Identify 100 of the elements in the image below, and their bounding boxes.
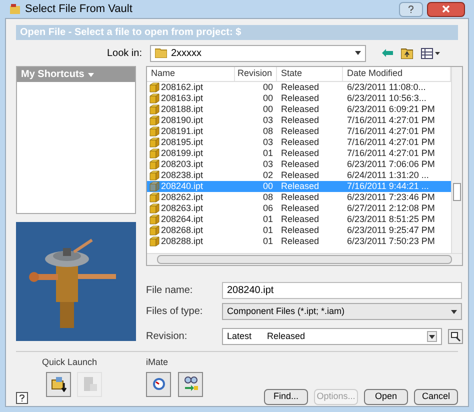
files-of-type-label: Files of type:	[146, 305, 204, 319]
header-bar: Open File - Select a file to open from project: $	[16, 25, 458, 40]
revision-cell-text: 01	[262, 212, 273, 226]
dialog-button[interactable]: Find...	[264, 389, 308, 405]
part-icon	[149, 159, 160, 170]
state-cell-text: Released	[281, 124, 320, 138]
app-icon	[9, 3, 21, 15]
part-icon	[149, 104, 160, 115]
part-icon	[149, 225, 160, 236]
date-cell-text: 6/23/2011 9:25:47 PM	[347, 224, 435, 237]
date-cell-text: 7/16/2011 4:27:01 PM	[347, 136, 435, 149]
revision-browse-button[interactable]	[448, 329, 463, 344]
file-name: 208163.ipt	[161, 92, 204, 105]
file-row[interactable]: 208264.ipt 01 Released 6/23/2011 8:51:25 PM	[147, 214, 451, 225]
file-row[interactable]: 208199.ipt 01 Released 7/16/2011 4:27:01 PM	[147, 148, 451, 159]
state-cell-text: Released	[281, 180, 320, 193]
date-cell-text: 6/23/2011 7:23:46 PM	[347, 190, 435, 204]
up-folder-icon[interactable]	[401, 48, 413, 58]
column-header[interactable]: Revision	[235, 67, 277, 81]
date-cell-text: 6/23/2011 7:50:23 PM	[347, 234, 435, 248]
dialog-button[interactable]: Open	[364, 389, 408, 405]
state-cell-text: Released	[281, 102, 320, 116]
open-folder-icon	[50, 376, 66, 392]
date-cell-text: 7/16/2011 4:27:01 PM	[347, 124, 435, 138]
file-name-label: File name:	[146, 284, 194, 298]
revision-cell-text: 00	[262, 80, 273, 94]
file-name: 208264.ipt	[161, 213, 204, 226]
state-cell-text: Released	[281, 202, 320, 215]
window-title: Select File From Vault	[25, 2, 132, 17]
view-menu-icon[interactable]	[421, 48, 440, 58]
file-name: 208240.ipt	[161, 180, 204, 193]
file-row[interactable]: 208262.ipt 08 Released 6/23/2011 7:23:46 PM	[147, 192, 451, 203]
file-name: 208190.ipt	[161, 114, 204, 127]
date-cell-text: 6/24/2011 1:31:20 ...	[347, 168, 429, 182]
part-icon	[149, 137, 160, 148]
help-button[interactable]	[16, 392, 28, 404]
file-name: 208262.ipt	[161, 191, 204, 204]
state-cell-text: Released	[281, 80, 320, 94]
file-row[interactable]: 208195.ipt 03 Released 7/16/2011 4:27:01 PM	[147, 137, 451, 148]
state-cell-text: Released	[281, 158, 320, 171]
file-row[interactable]: 208268.ipt 01 Released 6/23/2011 9:25:47 PM	[147, 225, 451, 236]
file-row[interactable]: 208288.ipt 01 Released 6/23/2011 7:50:23 PM	[147, 236, 451, 247]
file-row[interactable]: 208238.ipt 02 Released 6/24/2011 1:31:20 ...	[147, 170, 451, 181]
revision-cell-text: 00	[262, 102, 273, 116]
revision-cell-text: 00	[262, 180, 273, 193]
file-name: 208195.ipt	[161, 136, 204, 149]
file-name: 208268.ipt	[161, 224, 204, 237]
question-icon	[19, 394, 25, 402]
revision-cell-text: 00	[262, 92, 273, 105]
vertical-scrollbar[interactable]	[451, 67, 462, 253]
revision-dropdown[interactable]: Latest Released	[222, 328, 442, 345]
dialog-button[interactable]: Cancel	[414, 389, 458, 405]
revision-cell-text: 03	[262, 136, 273, 149]
file-row[interactable]: 208162.ipt 00 Released 6/23/2011 11:08:0...	[147, 82, 451, 93]
part-icon	[149, 170, 160, 181]
file-name: 208288.ipt	[161, 235, 204, 248]
revision-cell-text: 01	[262, 224, 273, 237]
date-cell-text: 7/16/2011 4:27:01 PM	[347, 146, 435, 160]
imate-button[interactable]	[146, 372, 171, 396]
caret-icon	[88, 72, 94, 76]
file-row[interactable]: 208191.ipt 08 Released 7/16/2011 4:27:01 PM	[147, 126, 451, 137]
folder-icon	[155, 48, 167, 58]
files-of-type-dropdown[interactable]: Component Files (*.ipt; *.iam)	[222, 303, 462, 320]
revision-cell-text: 02	[262, 168, 273, 182]
question-icon	[408, 4, 414, 14]
file-name: 208162.ipt	[161, 80, 204, 94]
look-in-dropdown[interactable]: 2xxxxx	[150, 44, 366, 62]
column-header[interactable]: Name	[147, 67, 235, 81]
part-icon	[149, 214, 160, 225]
revision-label: Revision:	[146, 330, 188, 344]
part-icon	[149, 126, 160, 137]
revision-cell-text: 08	[262, 124, 273, 138]
horizontal-scrollbar[interactable]	[147, 253, 462, 265]
state-cell-text: Released	[281, 168, 320, 182]
revision-cell-text: 06	[262, 202, 273, 215]
imate-match-button[interactable]	[178, 372, 203, 396]
revision-cell-text: 08	[262, 190, 273, 204]
file-name-field[interactable]: 208240.ipt	[222, 282, 462, 299]
look-in-label: Look in:	[106, 46, 143, 60]
date-cell-text: 6/23/2011 10:56:3...	[347, 92, 426, 105]
part-icon	[149, 181, 160, 192]
quick-launch-button[interactable]	[46, 372, 71, 396]
state-cell-text: Released	[281, 136, 320, 149]
state-cell-text: Released	[281, 190, 320, 204]
file-row[interactable]: 208263.ipt 06 Released 6/27/2011 2:12:08 PM	[147, 203, 451, 214]
state-cell-text: Released	[281, 114, 320, 127]
gauge-icon	[152, 377, 166, 391]
file-row[interactable]: 208203.ipt 03 Released 6/23/2011 7:06:06 PM	[147, 159, 451, 170]
imate-title: iMate	[146, 356, 170, 369]
column-header[interactable]: State	[277, 67, 343, 81]
part-icon	[149, 115, 160, 126]
file-row[interactable]: 208190.ipt 03 Released 7/16/2011 4:27:01 PM	[147, 115, 451, 126]
caret-icon	[429, 334, 435, 338]
back-arrow-icon[interactable]	[382, 49, 393, 57]
file-row[interactable]: 208163.ipt 00 Released 6/23/2011 10:56:3...	[147, 93, 451, 104]
magnifier-icon	[450, 332, 460, 342]
date-cell-text: 6/27/2011 2:12:08 PM	[347, 202, 435, 215]
quick-launch-title: Quick Launch	[42, 356, 98, 369]
close-button[interactable]	[427, 2, 465, 16]
file-row[interactable]: 208188.ipt 00 Released 6/23/2011 6:09:21 PM	[147, 104, 451, 115]
